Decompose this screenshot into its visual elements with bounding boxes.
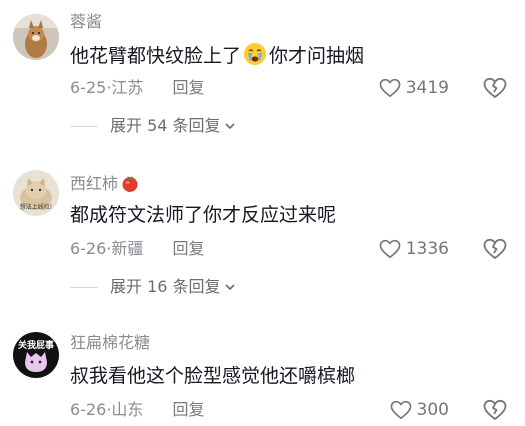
- comment-text-part: 你才问抽烟: [269, 45, 365, 67]
- comment-date: 6-25: [70, 78, 107, 97]
- comment-text-part: 他花臂都快纹脸上了: [70, 45, 242, 67]
- like-count: 3419: [405, 78, 449, 98]
- like-count: 1336: [405, 239, 449, 259]
- avatar-caption: 关我屁事: [17, 341, 54, 351]
- comment-text: 都成符文法师了你才反应过来呢: [70, 204, 337, 226]
- broken-heart-icon[interactable]: [483, 238, 507, 260]
- divider: [70, 286, 98, 288]
- broken-heart-icon[interactable]: [483, 399, 507, 421]
- like-count: 300: [416, 400, 449, 420]
- comment-meta: 6-26·山东 回复: [70, 400, 205, 420]
- reply-button[interactable]: 回复: [173, 78, 205, 97]
- comment-meta: 6-26·新疆 回复: [70, 239, 205, 259]
- avatar[interactable]: 关我屁事: [13, 332, 59, 378]
- broken-heart-icon[interactable]: [483, 77, 507, 99]
- comment-username-text: 西红柿: [70, 174, 119, 193]
- expand-replies-button[interactable]: 展开 16 条回复: [70, 277, 236, 297]
- comment-username[interactable]: 狂扁棉花糖: [70, 333, 150, 353]
- avatar[interactable]: [13, 14, 59, 60]
- tomato-icon: [122, 176, 138, 192]
- reply-button[interactable]: 回复: [173, 239, 205, 258]
- comment-username[interactable]: 蓉酱: [70, 12, 102, 32]
- like-button[interactable]: 3419: [379, 77, 449, 99]
- comment-text: 他花臂都快纹脸上了 你才问抽烟: [70, 42, 364, 68]
- chevron-down-icon: [224, 123, 235, 130]
- chevron-down-icon: [224, 284, 235, 291]
- like-button[interactable]: 1336: [379, 238, 449, 260]
- heart-icon: [379, 78, 401, 97]
- dog-avatar-image: [13, 14, 59, 60]
- avatar[interactable]: 想法上线拉!: [13, 170, 59, 216]
- expand-replies-button[interactable]: 展开 54 条回复: [70, 116, 236, 136]
- comment-location: 新疆: [111, 239, 144, 258]
- reply-button[interactable]: 回复: [173, 400, 205, 419]
- divider: [70, 125, 98, 127]
- comment-text: 叔我看他这个脸型感觉他还嚼槟榔: [70, 365, 356, 387]
- expand-replies-label: 展开 54 条回复: [110, 116, 221, 135]
- comment-meta: 6-25·江苏 回复: [70, 78, 205, 98]
- heart-icon: [379, 239, 401, 258]
- avatar-caption: 想法上线拉!: [19, 204, 53, 211]
- comment-date: 6-26: [70, 400, 107, 419]
- expand-replies-label: 展开 16 条回复: [110, 277, 221, 296]
- comment-username[interactable]: 西红柿: [70, 173, 140, 194]
- crying-face-icon: [244, 43, 267, 65]
- comment-location: 江苏: [111, 78, 144, 97]
- comment-location: 山东: [111, 400, 144, 419]
- comment-date: 6-26: [70, 239, 107, 258]
- like-button[interactable]: 300: [390, 399, 449, 421]
- heart-icon: [390, 400, 411, 419]
